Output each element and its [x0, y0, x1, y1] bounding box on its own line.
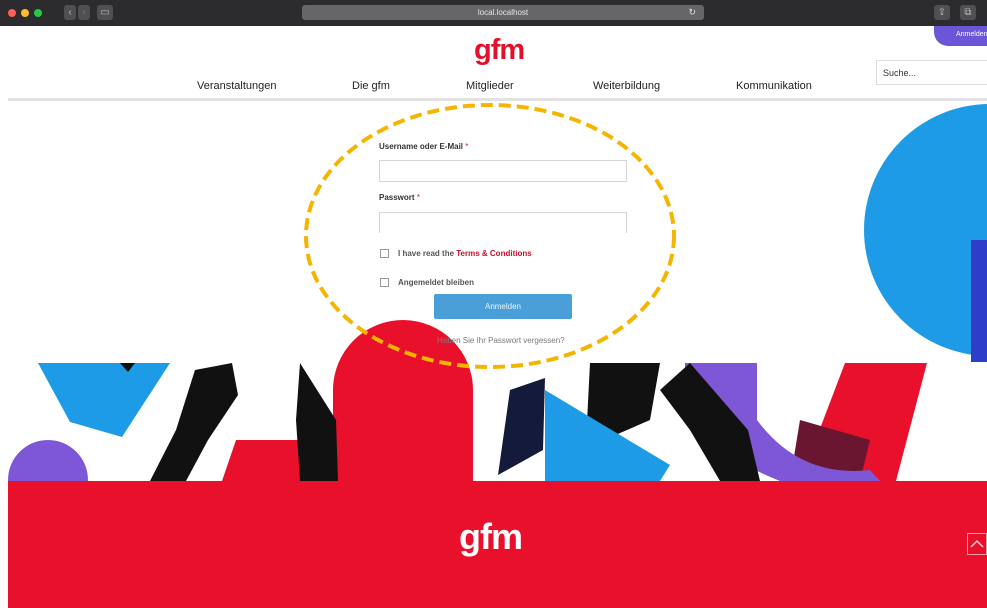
- nav-item-veranstaltungen[interactable]: Veranstaltungen: [197, 80, 277, 92]
- login-button[interactable]: Anmelden: [934, 26, 987, 46]
- password-field[interactable]: [379, 212, 627, 233]
- terms-link[interactable]: Terms & Conditions: [456, 249, 531, 258]
- address-bar[interactable]: local.localhost ↻: [302, 5, 704, 20]
- reload-icon[interactable]: ↻: [688, 5, 696, 20]
- terms-label: I have read the Terms & Conditions: [398, 249, 532, 258]
- remember-checkbox[interactable]: [380, 278, 389, 287]
- search-input[interactable]: Suche...: [876, 60, 987, 85]
- url-text: local.localhost: [477, 8, 529, 17]
- password-label: Passwort *: [379, 193, 420, 202]
- tabs-overview-icon[interactable]: ⧉: [960, 5, 976, 20]
- footer-logo: gfm: [459, 516, 523, 557]
- header-divider: [8, 98, 987, 101]
- browser-toolbar: ‹ › ▭ local.localhost ↻ ⇪ ⧉: [0, 0, 987, 26]
- submit-button[interactable]: Anmelden: [434, 294, 572, 319]
- forward-icon[interactable]: ›: [78, 5, 90, 20]
- required-mark: *: [465, 142, 469, 151]
- close-window-icon[interactable]: [8, 9, 16, 17]
- minimize-window-icon[interactable]: [21, 9, 29, 17]
- chevron-up-icon: [970, 539, 984, 548]
- nav-item-die-gfm[interactable]: Die gfm: [352, 80, 390, 92]
- sidebar-toggle-icon[interactable]: ▭: [97, 5, 113, 20]
- username-label: Username oder E-Mail *: [379, 142, 469, 151]
- nav-item-kommunikation[interactable]: Kommunikation: [736, 80, 812, 92]
- scroll-to-top-button[interactable]: [967, 533, 987, 555]
- required-mark: *: [416, 193, 420, 202]
- share-icon[interactable]: ⇪: [934, 5, 950, 20]
- nav-item-weiterbildung[interactable]: Weiterbildung: [593, 80, 660, 92]
- site-logo[interactable]: gfm: [474, 34, 525, 67]
- terms-checkbox[interactable]: [380, 249, 389, 258]
- nav-item-mitglieder[interactable]: Mitglieder: [466, 80, 514, 92]
- forgot-password-link[interactable]: Haben Sie Ihr Passwort vergessen?: [437, 336, 565, 345]
- back-icon[interactable]: ‹: [64, 5, 76, 20]
- username-field[interactable]: [379, 160, 627, 182]
- maximize-window-icon[interactable]: [34, 9, 42, 17]
- remember-label: Angemeldet bleiben: [398, 278, 475, 287]
